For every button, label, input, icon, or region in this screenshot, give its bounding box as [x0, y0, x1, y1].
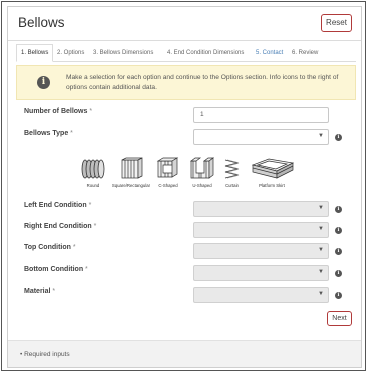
alert-text: Make a selection for each option and con…: [66, 74, 339, 91]
right-end-condition-label: Right End Condition *: [24, 223, 97, 230]
required-marker: *: [52, 288, 56, 295]
info-icon[interactable]: i: [335, 206, 342, 213]
info-alert: i Make a selection for each option and c…: [16, 65, 356, 100]
bellows-type-label: U-Shaped: [192, 183, 212, 188]
tab-options[interactable]: 2. Options: [57, 44, 84, 62]
required-inputs-note: • Required inputs: [20, 351, 70, 358]
left-end-condition-select[interactable]: ▼: [193, 201, 329, 217]
required-marker: *: [72, 244, 76, 251]
chevron-down-icon: ▼: [318, 133, 324, 139]
step-tabs: 1. Bellows 2. Options 3. Bellows Dimensi…: [16, 44, 356, 62]
material-select[interactable]: ▼: [193, 287, 329, 303]
tab-end-condition-dimensions[interactable]: 4. End Condition Dimensions: [167, 44, 244, 62]
reset-button[interactable]: Reset: [321, 14, 352, 32]
required-marker: *: [89, 108, 93, 115]
bellows-type-label: Round: [86, 183, 100, 188]
right-end-condition-select[interactable]: ▼: [193, 222, 329, 238]
bellows-type-round[interactable]: Round: [78, 157, 108, 188]
chevron-down-icon: ▼: [318, 226, 324, 232]
bellows-type-square[interactable]: Square/Rectangular: [111, 157, 151, 188]
chevron-down-icon: ▼: [318, 247, 324, 253]
bellows-type-select[interactable]: ▼: [193, 129, 329, 145]
next-button[interactable]: Next: [327, 311, 352, 326]
bellows-type-curtain[interactable]: Curtain: [220, 157, 244, 188]
number-of-bellows-input[interactable]: 1: [193, 107, 329, 123]
info-icon[interactable]: i: [335, 227, 342, 234]
round-bellows-icon: [81, 159, 105, 179]
chevron-down-icon: ▼: [318, 205, 324, 211]
info-icon[interactable]: i: [335, 134, 342, 141]
tab-contact[interactable]: 5. Contact: [256, 44, 283, 62]
square-bellows-icon: [121, 157, 143, 179]
top-condition-select[interactable]: ▼: [193, 243, 329, 259]
bellows-type-gallery: Round Square/Rectangular C-Shaped U-Shap…: [78, 157, 298, 197]
info-icon[interactable]: i: [335, 248, 342, 255]
required-marker: *: [70, 130, 73, 137]
u-shaped-bellows-icon: [189, 157, 215, 179]
bellows-type-platform-skirt[interactable]: Platform Skirt: [246, 157, 298, 188]
c-shaped-bellows-icon: [156, 157, 179, 178]
required-marker: *: [93, 223, 97, 230]
curtain-bellows-icon: [224, 159, 240, 179]
chevron-down-icon: ▼: [318, 291, 324, 297]
bottom-condition-select[interactable]: ▼: [193, 265, 329, 281]
tab-bellows[interactable]: 1. Bellows: [16, 44, 54, 62]
panel-footer: • Required inputs: [8, 340, 361, 367]
number-of-bellows-label: Number of Bellows *: [24, 108, 93, 115]
info-icon[interactable]: i: [335, 270, 342, 277]
left-end-condition-label: Left End Condition *: [24, 202, 92, 209]
chevron-down-icon: ▼: [318, 269, 324, 275]
tab-bellows-dimensions[interactable]: 3. Bellows Dimensions: [93, 44, 153, 62]
bellows-type-u-shaped[interactable]: U-Shaped: [186, 157, 218, 188]
bottom-condition-label: Bottom Condition *: [24, 266, 88, 273]
bellows-type-label: Square/Rectangular: [111, 183, 151, 188]
bellows-panel: Bellows Reset 1. Bellows 2. Options 3. B…: [7, 6, 362, 368]
info-icon[interactable]: i: [335, 292, 342, 299]
panel-header: Bellows Reset: [8, 7, 361, 41]
bellows-type-label: Curtain: [225, 183, 239, 188]
bellows-type-label: Platform Skirt: [259, 183, 285, 188]
platform-skirt-icon: [251, 158, 295, 179]
top-condition-label: Top Condition *: [24, 244, 76, 251]
page-frame: Bellows Reset 1. Bellows 2. Options 3. B…: [1, 1, 366, 371]
info-circle-icon: i: [37, 76, 50, 89]
bellows-type-label: Bellows Type *: [24, 130, 73, 137]
material-label: Material *: [24, 288, 56, 295]
tab-review[interactable]: 6. Review: [292, 44, 318, 62]
page-title: Bellows: [18, 15, 65, 30]
bellows-type-label: C-Shaped: [158, 183, 178, 188]
required-marker: *: [88, 202, 92, 209]
bellows-type-c-shaped[interactable]: C-Shaped: [152, 157, 184, 188]
required-marker: *: [85, 266, 88, 273]
